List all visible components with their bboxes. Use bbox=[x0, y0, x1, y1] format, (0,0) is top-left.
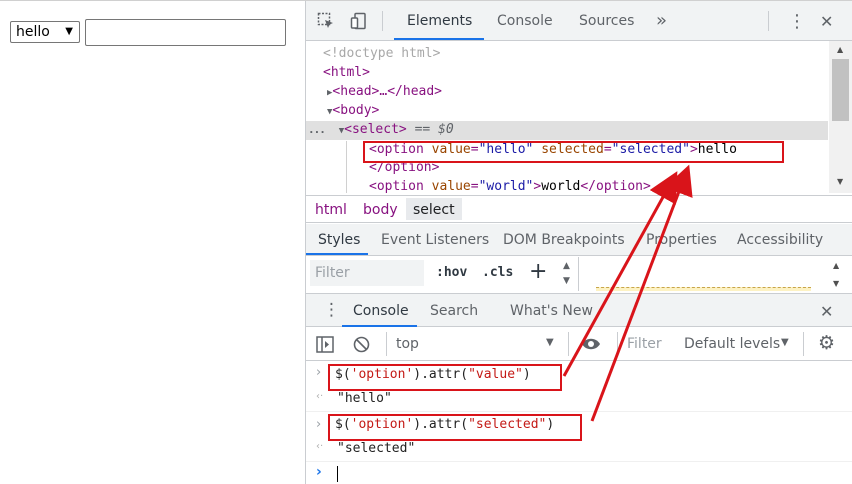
select-caret-icon: ▼ bbox=[65, 26, 73, 37]
page-text-input[interactable] bbox=[85, 19, 286, 46]
page-select-value: hello bbox=[16, 24, 50, 40]
page-select[interactable]: hello ▼ bbox=[10, 21, 80, 43]
annotation-arrows bbox=[562, 164, 693, 422]
arrow-value bbox=[562, 171, 678, 377]
screenshot-root: hello ▼ Elements Console Sources » ⋮ ✕ <… bbox=[0, 0, 852, 484]
devtools-panel: Elements Console Sources » ⋮ ✕ <!doctype… bbox=[305, 1, 852, 484]
